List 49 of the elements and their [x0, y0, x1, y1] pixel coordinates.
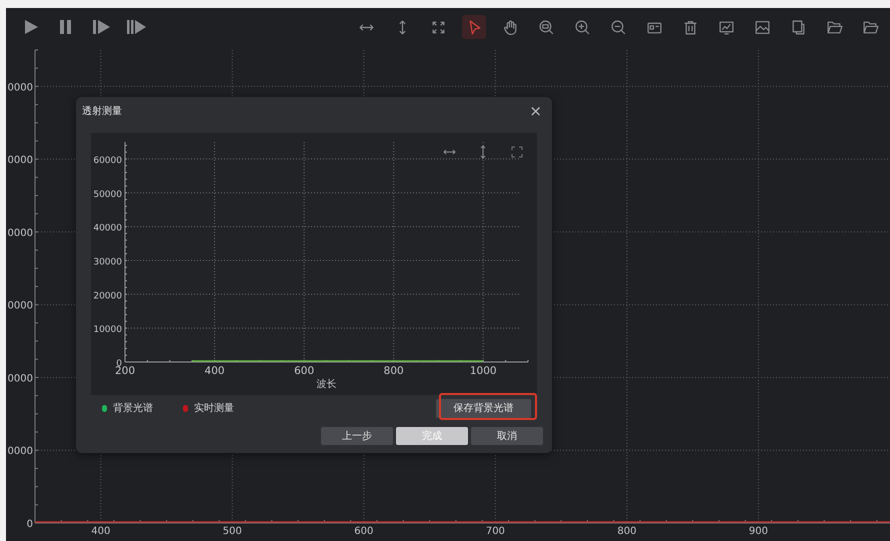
hand-icon[interactable]: [502, 18, 518, 36]
zoom-out-icon[interactable]: [610, 18, 626, 36]
x-tick-label: 800: [617, 526, 636, 537]
save-button[interactable]: 保存背景光谱: [436, 398, 531, 418]
x-tick-label: 1000: [470, 365, 497, 377]
y-tick-label: 40000: [93, 224, 122, 234]
fast-forward-icon[interactable]: [125, 17, 147, 37]
dialog-title: 透射测量: [82, 104, 122, 118]
zoom-fit-icon[interactable]: [538, 18, 554, 36]
y-tick-label: 30000: [93, 257, 122, 268]
step-forward-icon[interactable]: [90, 17, 112, 37]
y-tick-label: 0000: [8, 228, 33, 239]
y-tick-label: 60000: [93, 156, 122, 166]
y-tick-label: 0000: [8, 373, 33, 384]
x-tick-label: 600: [354, 526, 374, 537]
x-tick-label: 400: [204, 365, 225, 377]
horizontal-arrows-icon[interactable]: [443, 150, 456, 154]
x-tick-label: 600: [294, 365, 314, 377]
x-tick-label: 200: [114, 365, 136, 377]
expand-icon[interactable]: [430, 18, 446, 36]
zoom-in-icon[interactable]: [574, 18, 590, 36]
x-tick-label: 400: [91, 526, 110, 537]
y-tick-label: 0000: [8, 300, 33, 312]
dialog-button[interactable]: 取消: [471, 427, 543, 445]
y-tick-label: 0000: [8, 82, 33, 94]
image-icon[interactable]: [754, 18, 770, 36]
y-tick-label: 0000: [8, 446, 33, 458]
folder-icon[interactable]: [826, 18, 842, 36]
y-tick-label: 50000: [93, 190, 122, 200]
legend-label: 背景光谱: [113, 402, 153, 415]
close-button[interactable]: ×: [525, 104, 546, 118]
folder-icon[interactable]: [862, 18, 878, 36]
y-tick-label: 0000: [8, 155, 33, 166]
x-tick-label: 900: [748, 526, 768, 537]
y-tick-label: 20000: [93, 291, 122, 302]
x-axis-title: 波长: [316, 379, 336, 390]
dialog-button[interactable]: 上一步: [321, 427, 393, 445]
trash-icon[interactable]: [682, 18, 698, 36]
pointer-tool-button[interactable]: [462, 15, 486, 39]
legend-label: 实时测量: [194, 402, 234, 415]
x-tick-label: 700: [486, 526, 505, 537]
x-tick-label: 500: [222, 526, 242, 537]
chart-window-icon[interactable]: [718, 18, 734, 36]
x-tick-label: 800: [384, 365, 404, 377]
vertical-arrows-icon[interactable]: [480, 145, 486, 159]
y-tick-label: 10000: [93, 325, 122, 336]
y-tick-label: 0: [26, 519, 33, 530]
copy-icon[interactable]: [790, 18, 806, 36]
expand-icon[interactable]: [512, 146, 522, 158]
